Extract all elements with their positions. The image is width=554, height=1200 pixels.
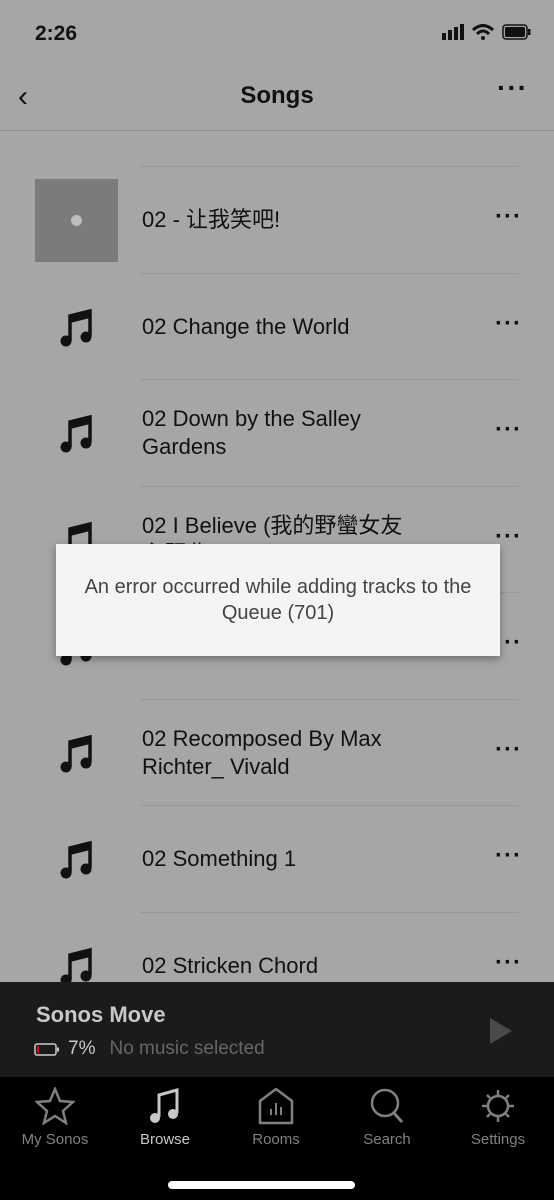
tab-rooms[interactable]: Rooms bbox=[226, 1087, 326, 1148]
page-title: Songs bbox=[240, 82, 314, 109]
wifi-icon bbox=[472, 24, 494, 40]
music-note-icon bbox=[60, 734, 92, 772]
tab-my-sonos[interactable]: My Sonos bbox=[5, 1087, 105, 1148]
song-more-button[interactable]: ··· bbox=[495, 310, 522, 338]
room-name: Sonos Move bbox=[36, 1002, 166, 1027]
gear-icon bbox=[482, 1090, 514, 1122]
tab-settings[interactable]: Settings bbox=[448, 1087, 548, 1148]
battery-low-icon bbox=[34, 1042, 59, 1056]
rooms-house-icon bbox=[258, 1087, 294, 1125]
status-time: 2:26 bbox=[35, 22, 78, 45]
tab-browse[interactable]: Browse bbox=[115, 1087, 215, 1148]
error-toast: An error occurred while adding tracks to… bbox=[56, 544, 500, 656]
now-playing-status: No music selected bbox=[109, 1038, 265, 1059]
song-more-button[interactable]: ··· bbox=[495, 949, 522, 977]
song-title: 02 Something 1 bbox=[142, 846, 297, 871]
battery-icon bbox=[502, 24, 531, 40]
search-icon bbox=[370, 1088, 404, 1123]
song-row[interactable]: 02 Change the World ··· bbox=[60, 272, 521, 380]
song-more-button[interactable]: ··· bbox=[495, 416, 522, 444]
album-art bbox=[35, 179, 118, 262]
song-row[interactable]: 02 - 让我笑吧! ··· bbox=[35, 166, 521, 273]
song-title: 02 - 让我笑吧! bbox=[142, 207, 281, 232]
status-icons bbox=[442, 24, 532, 40]
star-icon bbox=[35, 1087, 75, 1125]
tab-label: Settings bbox=[470, 1131, 526, 1148]
nav-header: ‹ Songs ··· bbox=[0, 62, 554, 131]
song-more-button[interactable]: ··· bbox=[495, 736, 522, 764]
tab-label: Rooms bbox=[252, 1131, 300, 1148]
error-message: An error occurred while adding tracks to… bbox=[84, 576, 472, 624]
music-note-icon bbox=[60, 947, 92, 985]
tab-label: Search bbox=[363, 1131, 411, 1148]
music-note-icon bbox=[60, 840, 92, 879]
song-more-button[interactable]: ··· bbox=[495, 842, 522, 870]
tab-label: Browse bbox=[139, 1131, 191, 1148]
song-row[interactable]: 02 Down by the Salley Gardens ··· bbox=[60, 379, 521, 486]
music-note-icon bbox=[60, 308, 92, 346]
music-note-icon bbox=[60, 414, 92, 453]
home-indicator[interactable] bbox=[168, 1181, 355, 1189]
status-bar: 2:26 bbox=[0, 0, 554, 62]
song-row[interactable]: 02 Something 1 ··· bbox=[60, 805, 521, 912]
mini-player[interactable]: Sonos Move 7% No music selected bbox=[0, 982, 554, 1077]
song-title: 02 Down by the Salley Gardens bbox=[142, 406, 361, 459]
music-note-icon bbox=[150, 1088, 179, 1123]
battery-percent: 7% bbox=[68, 1038, 96, 1059]
signal-icon bbox=[442, 24, 464, 40]
song-more-button[interactable]: ··· bbox=[495, 203, 522, 231]
song-row[interactable]: 02 Recomposed By Max Richter_ Vivald ··· bbox=[60, 698, 521, 806]
song-title: 02 Change the World bbox=[142, 313, 350, 339]
tab-search[interactable]: Search bbox=[337, 1087, 437, 1148]
song-title: 02 Recomposed By Max Richter_ Vivald bbox=[142, 725, 382, 779]
more-options-button[interactable]: ··· bbox=[497, 72, 528, 104]
play-icon[interactable] bbox=[490, 1018, 512, 1044]
tab-label: My Sonos bbox=[21, 1131, 89, 1148]
